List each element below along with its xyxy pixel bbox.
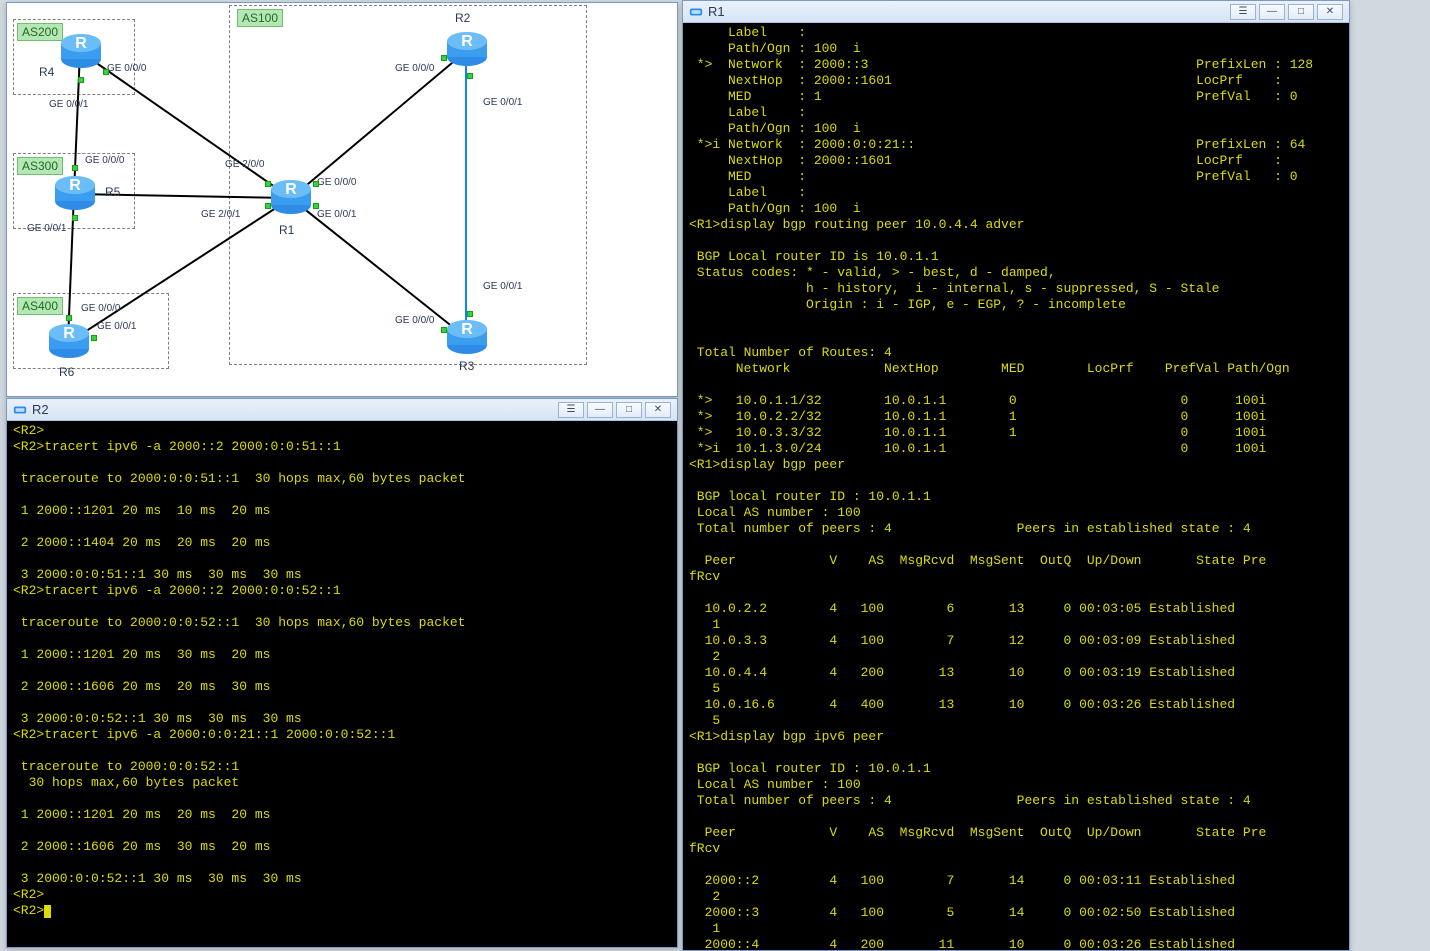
r1-terminal-text: Label : Path/Ogn : 100 i *> Network : 20… xyxy=(689,25,1313,950)
svg-text:R: R xyxy=(461,321,473,338)
app-icon xyxy=(13,403,27,417)
unknown-button[interactable]: ☰ xyxy=(558,402,584,418)
maximize-button[interactable]: □ xyxy=(616,402,642,418)
port xyxy=(467,311,473,317)
r1-titlebar[interactable]: R1 ☰ — □ ✕ xyxy=(683,1,1349,23)
topology-canvas[interactable]: AS100 AS200 AS300 AS400 R R4 R R5 R R6 xyxy=(7,3,677,396)
if-r1-ge000: GE 0/0/0 xyxy=(317,177,356,188)
minimize-button[interactable]: — xyxy=(587,402,613,418)
router-r1[interactable]: R xyxy=(269,175,313,219)
if-r1-ge200: GE 2/0/0 xyxy=(225,159,264,170)
r1-window: R1 ☰ — □ ✕ Label : Path/Ogn : 100 i *> N… xyxy=(682,0,1350,951)
app-icon xyxy=(689,5,703,19)
port xyxy=(103,69,109,75)
as100-label: AS100 xyxy=(237,9,283,27)
if-r5-ge001: GE 0/0/1 xyxy=(27,223,66,234)
link-r2-r3[interactable] xyxy=(465,49,467,337)
svg-text:R: R xyxy=(461,33,473,50)
port xyxy=(313,181,319,187)
svg-text:R: R xyxy=(75,35,87,52)
r2-terminal[interactable]: <R2> <R2>tracert ipv6 -a 2000::2 2000:0:… xyxy=(7,421,677,947)
port xyxy=(78,77,84,83)
port xyxy=(265,203,271,209)
router-r5[interactable]: R xyxy=(53,171,97,215)
router-r5-label: R5 xyxy=(105,185,120,199)
router-r2[interactable]: R xyxy=(445,27,489,71)
router-r4[interactable]: R xyxy=(59,29,103,73)
if-r5-ge000-top: GE 0/0/0 xyxy=(85,155,124,166)
port xyxy=(441,55,447,61)
r1-terminal[interactable]: Label : Path/Ogn : 100 i *> Network : 20… xyxy=(683,23,1349,950)
if-r4-ge001: GE 0/0/1 xyxy=(49,99,88,110)
router-r6-label: R6 xyxy=(59,365,74,379)
if-r3-ge001: GE 0/0/1 xyxy=(483,281,522,292)
router-r1-label: R1 xyxy=(279,223,294,237)
port xyxy=(72,165,78,171)
port xyxy=(313,203,319,209)
if-r3-ge000: GE 0/0/0 xyxy=(395,315,434,326)
router-r3[interactable]: R xyxy=(445,315,489,359)
if-r1-ge201: GE 2/0/1 xyxy=(201,209,240,220)
r2-titlebar[interactable]: R2 ☰ — □ ✕ xyxy=(7,399,677,421)
minimize-button[interactable]: — xyxy=(1259,4,1285,20)
as200-label: AS200 xyxy=(17,23,63,41)
router-r3-label: R3 xyxy=(459,359,474,373)
r2-terminal-text: <R2> <R2>tracert ipv6 -a 2000::2 2000:0:… xyxy=(13,423,465,918)
r2-window: R2 ☰ — □ ✕ <R2> <R2>tracert ipv6 -a 2000… xyxy=(6,398,678,948)
close-button[interactable]: ✕ xyxy=(645,402,671,418)
svg-text:R: R xyxy=(285,181,297,198)
r1-title: R1 xyxy=(708,4,725,19)
close-button[interactable]: ✕ xyxy=(1317,4,1343,20)
svg-text:R: R xyxy=(69,177,81,194)
if-r2-ge000: GE 0/0/0 xyxy=(395,63,434,74)
router-r6[interactable]: R xyxy=(47,319,91,363)
if-r2-ge001: GE 0/0/1 xyxy=(483,97,522,108)
svg-text:R: R xyxy=(63,325,75,342)
router-r4-label: R4 xyxy=(39,65,54,79)
maximize-button[interactable]: □ xyxy=(1288,4,1314,20)
router-r2-label: R2 xyxy=(455,11,470,25)
if-r6-ge000: GE 0/0/0 xyxy=(81,303,120,314)
as400-label: AS400 xyxy=(17,297,63,315)
port xyxy=(72,215,78,221)
if-r1-ge001: GE 0/0/1 xyxy=(317,209,356,220)
unknown-button[interactable]: ☰ xyxy=(1230,4,1256,20)
port xyxy=(66,315,72,321)
cursor xyxy=(44,905,51,918)
if-r6-ge001: GE 0/0/1 xyxy=(97,321,136,332)
port xyxy=(467,73,473,79)
topology-window: AS100 AS200 AS300 AS400 R R4 R R5 R R6 xyxy=(6,2,678,397)
r2-title: R2 xyxy=(32,402,49,417)
if-r4-ge000: GE 0/0/0 xyxy=(107,63,146,74)
port xyxy=(441,327,447,333)
port xyxy=(91,335,97,341)
port xyxy=(265,181,271,187)
